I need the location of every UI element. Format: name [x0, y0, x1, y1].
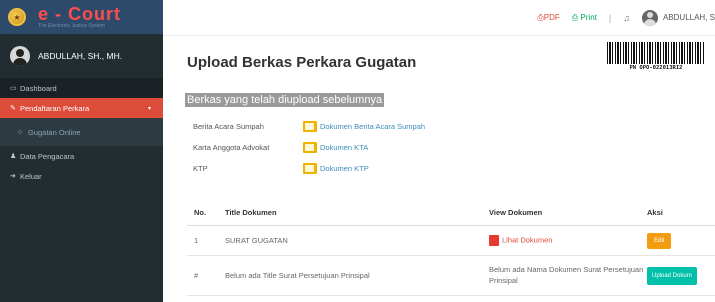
cell-view: Lihat Dokumen	[489, 235, 647, 246]
sidebar-menu: ▭ Dashboard ✎ Pendaftaran Perkara ▾ ○ Gu…	[0, 78, 163, 186]
upload-document-button[interactable]: Upload Dokum	[647, 266, 697, 285]
file-label: Berita Acara Sumpah	[193, 122, 264, 131]
column-header-title: Title Dokumen	[225, 208, 277, 217]
file-link-text[interactable]: Dokumen KTP	[320, 164, 369, 173]
bell-icon[interactable]: ♫	[623, 13, 630, 23]
case-barcode: PN OPO-022013RI2	[607, 42, 705, 74]
cell-no: 1	[194, 236, 199, 245]
cell-no: #	[194, 271, 199, 280]
top-navbar: ⎙ PDF ⎙ Print | ♫ ABDULLAH, S	[163, 0, 715, 36]
user-avatar-icon[interactable]	[641, 9, 658, 26]
file-link[interactable]: Dokumen KTA	[303, 142, 368, 153]
sidebar-item-label: Keluar	[20, 171, 42, 181]
barcode-icon	[607, 42, 705, 64]
file-link[interactable]: Dokumen KTP	[303, 163, 369, 174]
barcode-text: PN OPO-022013RI2	[629, 65, 683, 71]
file-row: Berita Acara Sumpah Dokumen Berita Acara…	[193, 116, 715, 137]
sidebar-user-name: ABDULLAH, SH., MH.	[38, 51, 123, 61]
folder-icon	[303, 142, 317, 153]
sign-out-icon: ➜	[10, 173, 16, 180]
sidebar-item-label: Pendaftaran Perkara	[20, 103, 90, 113]
table-row: 1 SURAT GUGATAN Lihat Dokumen Edit	[187, 226, 715, 256]
sidebar-item-dashboard[interactable]: ▭ Dashboard	[0, 78, 163, 98]
table-row: # Belum ada Title Surat Persetujuan Prin…	[187, 256, 715, 296]
logo-subtitle: The Electronic Justice System	[38, 23, 105, 29]
main-content: Upload Berkas Perkara Gugatan PN OPO-022…	[163, 36, 715, 302]
pdf-label: PDF	[543, 13, 560, 22]
sidebar: ★ e - Court The Electronic Justice Syste…	[0, 0, 163, 302]
chevron-down-icon: ▾	[147, 105, 151, 112]
page-title: Upload Berkas Perkara Gugatan	[187, 54, 417, 71]
circle-icon: ○	[18, 128, 23, 136]
cell-title: SURAT GUGATAN	[225, 236, 288, 245]
file-link-text[interactable]: Dokumen KTA	[320, 143, 368, 152]
court-emblem-icon: ★	[8, 8, 26, 26]
logo-text: e - Court	[38, 4, 121, 24]
file-label: Karta Anggota Advokat	[193, 143, 270, 152]
sidebar-item-label: Gugatan Online	[28, 127, 81, 137]
cell-action: Edit	[647, 232, 715, 249]
column-header-action: Aksi	[647, 208, 663, 217]
column-header-view: View Dokumen	[489, 208, 543, 217]
user-panel: ABDULLAH, SH., MH.	[0, 34, 163, 78]
view-document-link[interactable]: Lihat Dokumen	[502, 235, 552, 244]
dashboard-icon: ▭	[10, 85, 17, 92]
sidebar-item-data-pengacara[interactable]: ♟ Data Pengacara	[0, 146, 163, 166]
column-header-no: No.	[194, 208, 207, 217]
printer-icon: ⎙	[571, 12, 579, 22]
separator: |	[608, 12, 612, 23]
uploaded-files-heading: Berkas yang telah diupload sebelumnya	[185, 93, 385, 107]
sidebar-item-label: Dashboard	[20, 83, 57, 93]
uploaded-files-list: Berita Acara Sumpah Dokumen Berita Acara…	[193, 116, 715, 179]
sidebar-item-pendaftaran-perkara[interactable]: ✎ Pendaftaran Perkara ▾	[0, 98, 163, 118]
sidebar-item-gugatan-online[interactable]: ○ Gugatan Online	[0, 122, 163, 142]
pdf-file-icon	[489, 235, 499, 246]
file-link-text[interactable]: Dokumen Berita Acara Sumpah	[320, 122, 425, 131]
top-user-name[interactable]: ABDULLAH, S	[663, 13, 715, 22]
documents-table: No. Title Dokumen View Dokumen Aksi 1 SU…	[187, 200, 715, 296]
cell-title: Belum ada Title Surat Persetujuan Prinsi…	[225, 271, 370, 280]
file-label: KTP	[193, 164, 208, 173]
sidebar-item-keluar[interactable]: ➜ Keluar	[0, 166, 163, 186]
file-row: Karta Anggota Advokat Dokumen KTA	[193, 137, 715, 158]
sidebar-item-label: Data Pengacara	[20, 151, 75, 161]
print-button[interactable]: ⎙ Print	[572, 13, 597, 23]
folder-icon	[303, 163, 317, 174]
user-icon: ♟	[10, 153, 17, 160]
user-avatar-icon	[10, 46, 30, 66]
edit-button[interactable]: Edit	[647, 232, 672, 249]
cell-view: Belum ada Nama Dokumen Surat Persetujuan…	[489, 265, 644, 285]
file-row: KTP Dokumen KTP	[193, 158, 715, 179]
folder-icon	[303, 121, 317, 132]
file-link[interactable]: Dokumen Berita Acara Sumpah	[303, 121, 425, 132]
logo-bar[interactable]: ★ e - Court The Electronic Justice Syste…	[0, 0, 163, 34]
pdf-button[interactable]: ⎙ PDF	[537, 13, 559, 23]
cell-action: Upload Dokum	[647, 266, 715, 285]
print-label: Print	[580, 13, 597, 22]
table-header: No. Title Dokumen View Dokumen Aksi	[187, 200, 715, 226]
edit-icon: ✎	[10, 105, 16, 112]
